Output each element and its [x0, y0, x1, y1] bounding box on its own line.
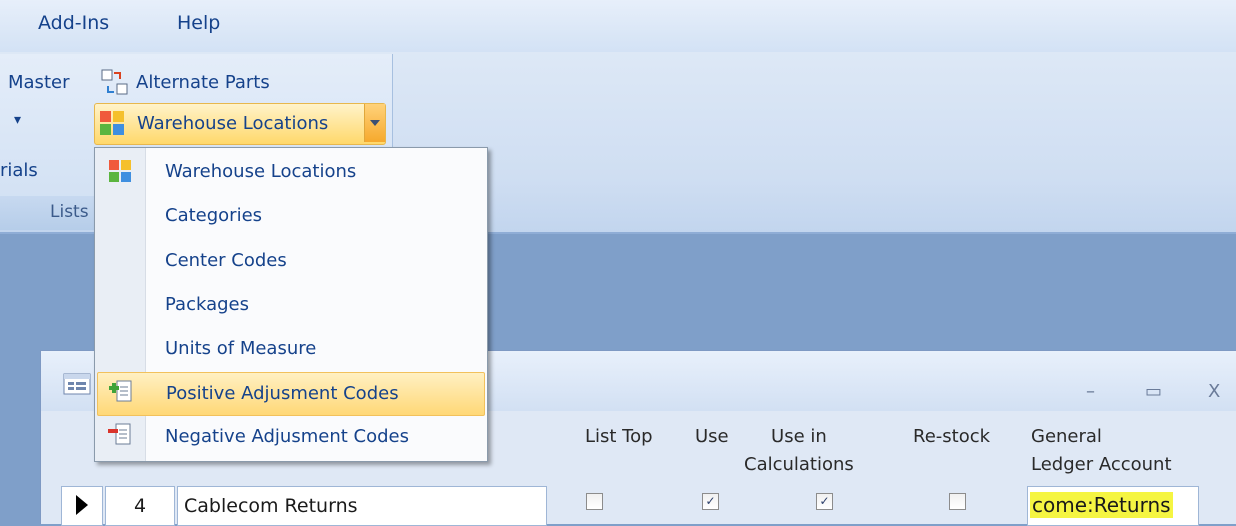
close-button[interactable]: X: [1208, 381, 1220, 402]
warehouse-locations-button[interactable]: Warehouse Locations: [94, 103, 386, 145]
menu-item-center-codes[interactable]: Center Codes: [97, 240, 483, 282]
column-header-gl-account: General Ledger Account: [1031, 426, 1172, 475]
maximize-button[interactable]: ▭: [1145, 381, 1162, 402]
warehouse-locations-dropdown: Warehouse Locations Categories Center Co…: [94, 147, 488, 462]
menu-item-packages[interactable]: Packages: [97, 284, 483, 326]
row-name-cell[interactable]: Cablecom Returns: [177, 486, 547, 526]
warehouse-button-label: Warehouse Locations: [137, 113, 329, 134]
menu-help[interactable]: Help: [177, 12, 220, 34]
dropdown-arrow-icon[interactable]: [364, 104, 385, 142]
menu-item-label: Warehouse Locations: [165, 161, 357, 182]
row-name: Cablecom Returns: [184, 495, 358, 517]
grid-icon: [99, 110, 125, 136]
row-id-cell[interactable]: 4: [105, 486, 175, 526]
use-checkbox[interactable]: ✓: [702, 493, 719, 510]
menu-item-label: Positive Adjusment Codes: [166, 383, 399, 404]
gl-account-value: come:Returns: [1030, 492, 1173, 518]
column-header-use: Use: [695, 426, 729, 447]
gl-account-cell[interactable]: come:Returns: [1027, 486, 1199, 526]
record-selector[interactable]: [61, 486, 103, 526]
alternate-parts-button[interactable]: Alternate Parts: [136, 72, 270, 93]
column-header-list-top: List Top: [585, 426, 653, 447]
grid-icon: [108, 159, 132, 183]
menu-item-label: Units of Measure: [165, 338, 317, 359]
alternate-parts-icon: [100, 68, 130, 98]
column-header-use-in-calculations: Use in Calculations: [744, 426, 854, 475]
menu-bar: Add-Ins Help: [0, 0, 1236, 53]
menu-item-positive-adjustment-codes[interactable]: Positive Adjusment Codes: [97, 372, 485, 416]
menu-item-label: Packages: [165, 294, 249, 315]
minimize-button[interactable]: –: [1086, 381, 1095, 402]
menu-item-units-of-measure[interactable]: Units of Measure: [97, 328, 483, 370]
menu-item-categories[interactable]: Categories: [97, 195, 483, 237]
row-id: 4: [134, 495, 147, 517]
minus-document-icon: [106, 422, 134, 450]
menu-item-warehouse-locations[interactable]: Warehouse Locations: [97, 151, 483, 193]
use-in-calculations-checkbox[interactable]: ✓: [816, 493, 833, 510]
list-top-checkbox[interactable]: [586, 493, 603, 510]
menu-item-label: Center Codes: [165, 250, 287, 271]
menu-item-negative-adjustment-codes[interactable]: Negative Adjusment Codes: [97, 416, 483, 458]
column-header-restock: Re-stock: [913, 426, 991, 447]
restock-checkbox[interactable]: [949, 493, 966, 510]
master-button[interactable]: Master: [8, 72, 69, 93]
menu-item-label: Categories: [165, 205, 263, 226]
form-icon: [63, 373, 91, 395]
menu-add-ins[interactable]: Add-Ins: [38, 12, 109, 34]
chevron-down-icon[interactable]: ▾: [14, 112, 21, 128]
materials-button[interactable]: rials: [0, 160, 38, 181]
plus-document-icon: [107, 379, 135, 407]
group-label: Lists: [50, 202, 89, 222]
menu-item-label: Negative Adjusment Codes: [165, 426, 409, 447]
